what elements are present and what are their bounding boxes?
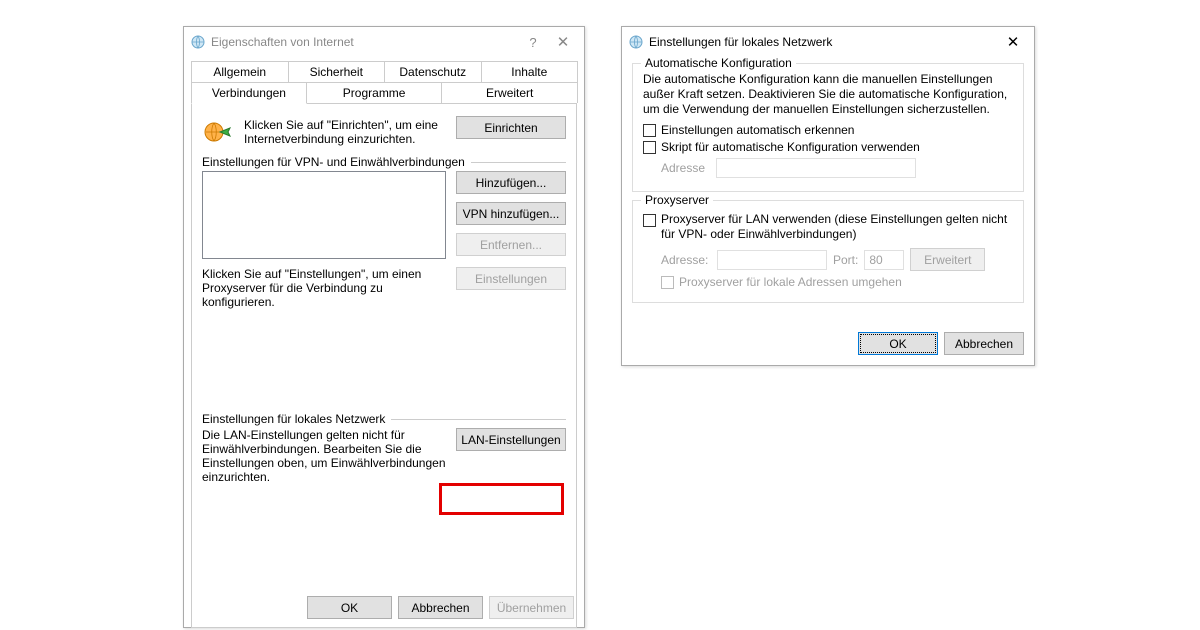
dialog-title: Einstellungen für lokales Netzwerk (644, 35, 998, 49)
titlebar: Eigenschaften von Internet ? ✕ (184, 27, 584, 57)
connections-listbox[interactable] (202, 171, 446, 259)
address-label: Adresse (661, 161, 711, 175)
internet-options-icon (628, 34, 644, 50)
internet-options-icon (190, 34, 206, 50)
setup-text: Klicken Sie auf "Einrichten", um eine In… (244, 116, 446, 146)
connection-icon (202, 116, 234, 148)
auto-script-checkbox[interactable] (643, 141, 656, 154)
highlight-lan-button (439, 483, 564, 515)
auto-script-row[interactable]: Skript für automatische Konfiguration ve… (643, 140, 1013, 154)
auto-detect-row[interactable]: Einstellungen automatisch erkennen (643, 123, 1013, 137)
vpn-section: Einstellungen für VPN- und Einwählverbin… (202, 162, 566, 309)
close-button[interactable]: ✕ (548, 27, 578, 57)
auto-config-group: Automatische Konfiguration Die automatis… (632, 63, 1024, 192)
bypass-local-label: Proxyserver für lokale Adressen umgehen (679, 275, 902, 289)
proxy-enable-row[interactable]: Proxyserver für LAN verwenden (diese Ein… (643, 212, 1013, 242)
help-button[interactable]: ? (518, 27, 548, 57)
add-button[interactable]: Hinzufügen... (456, 171, 566, 194)
proxy-group: Proxyserver Proxyserver für LAN verwende… (632, 200, 1024, 303)
proxy-address-label: Adresse: (661, 253, 711, 267)
dialog-buttons: OK Abbrechen Übernehmen (307, 596, 574, 619)
script-address-row: Adresse (661, 158, 1013, 178)
tab-sicherheit[interactable]: Sicherheit (288, 61, 386, 82)
auto-detect-checkbox[interactable] (643, 124, 656, 137)
tab-inhalte[interactable]: Inhalte (481, 61, 579, 82)
tab-programme[interactable]: Programme (306, 82, 443, 103)
tab-row-2: Verbindungen Programme Erweitert (191, 82, 577, 103)
proxy-port-field: 80 (864, 250, 904, 270)
dialog-buttons: OK Abbrechen (858, 332, 1024, 355)
proxy-enable-checkbox[interactable] (643, 214, 656, 227)
close-button[interactable]: ✕ (998, 27, 1028, 57)
proxy-group-label: Proxyserver (641, 193, 713, 207)
cancel-button[interactable]: Abbrechen (944, 332, 1024, 355)
tab-row-1: Allgemein Sicherheit Datenschutz Inhalte (191, 61, 577, 82)
tab-allgemein[interactable]: Allgemein (191, 61, 289, 82)
titlebar: Einstellungen für lokales Netzwerk ✕ (622, 27, 1034, 57)
auto-config-text: Die automatische Konfiguration kann die … (643, 72, 1013, 117)
lan-settings-button[interactable]: LAN-Einstellungen (456, 428, 566, 451)
bypass-local-checkbox (661, 276, 674, 289)
setup-section: Klicken Sie auf "Einrichten", um eine In… (202, 116, 566, 148)
dialog-title: Eigenschaften von Internet (206, 35, 518, 49)
tab-datenschutz[interactable]: Datenschutz (384, 61, 482, 82)
apply-button: Übernehmen (489, 596, 574, 619)
ok-button[interactable]: OK (307, 596, 392, 619)
proxy-enable-label: Proxyserver für LAN verwenden (diese Ein… (661, 212, 1013, 242)
settings-button: Einstellungen (456, 267, 566, 290)
tab-verbindungen[interactable]: Verbindungen (191, 82, 307, 104)
lan-section-label: Einstellungen für lokales Netzwerk (202, 412, 391, 426)
lan-settings-dialog: Einstellungen für lokales Netzwerk ✕ Aut… (621, 26, 1035, 366)
remove-button: Entfernen... (456, 233, 566, 256)
vpn-section-label: Einstellungen für VPN- und Einwählverbin… (202, 155, 471, 169)
internet-properties-dialog: Eigenschaften von Internet ? ✕ Allgemein… (183, 26, 585, 628)
lan-section: Einstellungen für lokales Netzwerk Die L… (202, 419, 566, 484)
auto-detect-label: Einstellungen automatisch erkennen (661, 123, 854, 137)
bypass-local-row: Proxyserver für lokale Adressen umgehen (661, 275, 1013, 289)
tab-erweitert[interactable]: Erweitert (441, 82, 578, 103)
tab-container: Allgemein Sicherheit Datenschutz Inhalte… (191, 61, 577, 628)
auto-script-label: Skript für automatische Konfiguration ve… (661, 140, 920, 154)
tab-panel: Klicken Sie auf "Einrichten", um eine In… (191, 103, 577, 628)
vpn-add-button[interactable]: VPN hinzufügen... (456, 202, 566, 225)
auto-config-label: Automatische Konfiguration (641, 56, 796, 70)
advanced-button: Erweitert (910, 248, 985, 271)
lan-text: Die LAN-Einstellungen gelten nicht für E… (202, 428, 446, 484)
proxy-hint-text: Klicken Sie auf "Einstellungen", um eine… (202, 267, 446, 309)
setup-button[interactable]: Einrichten (456, 116, 566, 139)
script-address-field (716, 158, 916, 178)
proxy-port-label: Port: (833, 253, 858, 267)
proxy-address-row: Adresse: Port: 80 Erweitert (661, 248, 1013, 271)
proxy-address-field (717, 250, 827, 270)
cancel-button[interactable]: Abbrechen (398, 596, 483, 619)
ok-button[interactable]: OK (858, 332, 938, 355)
